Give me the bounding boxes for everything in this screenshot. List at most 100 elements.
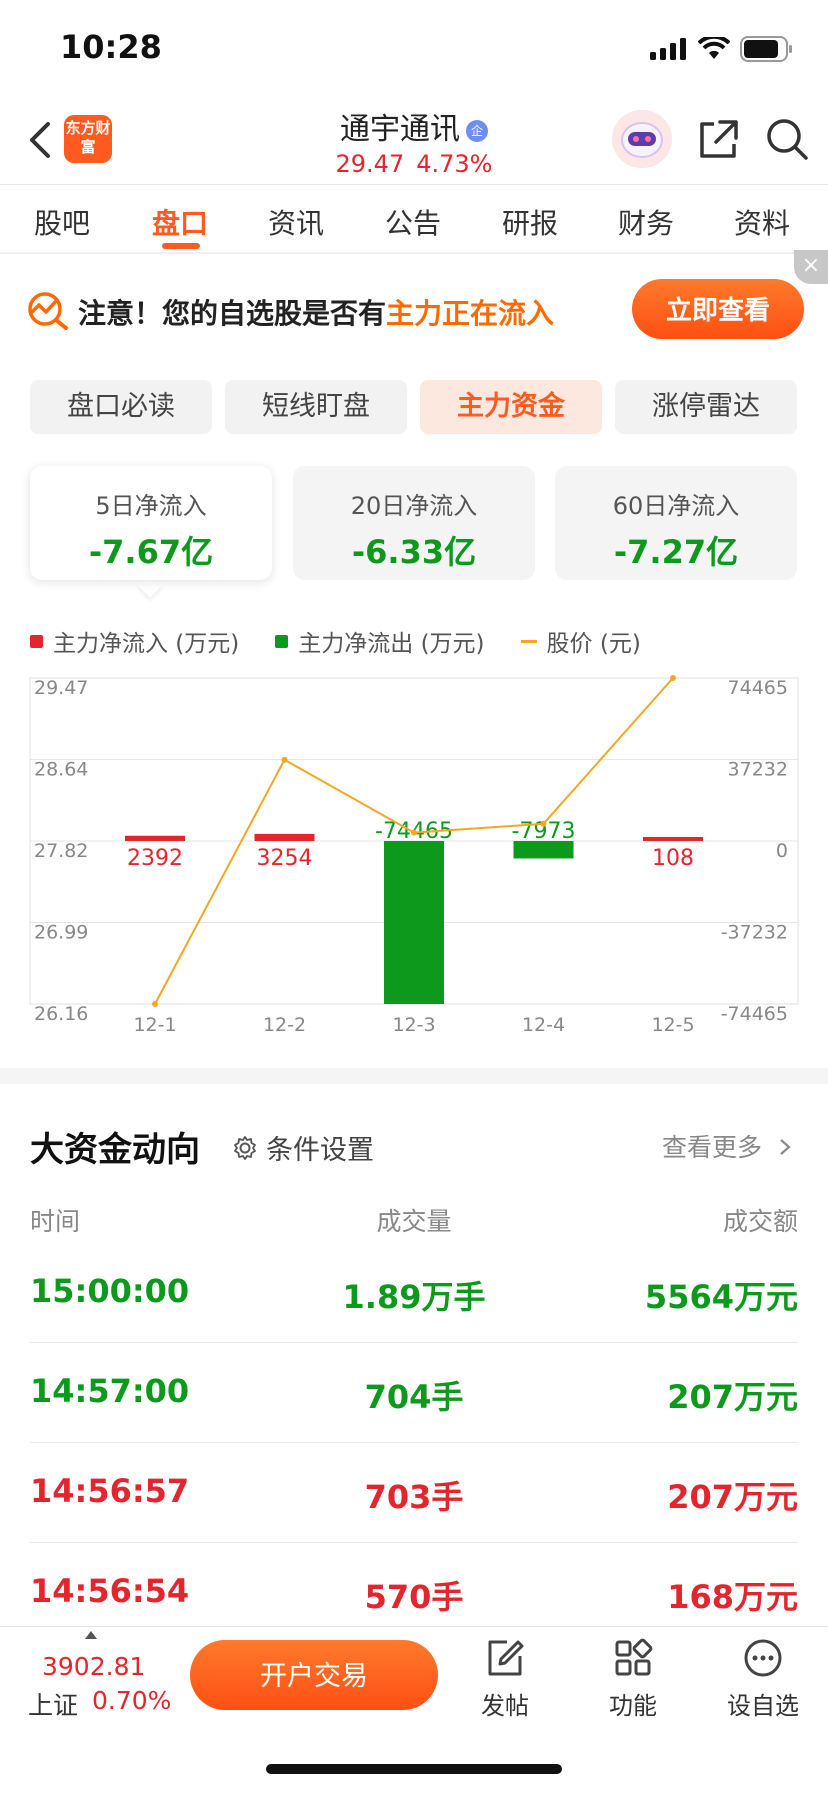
- legend-inflow: 主力净流入 (万元): [30, 624, 239, 658]
- tab-announcements[interactable]: 公告: [385, 202, 441, 242]
- legend-inflow-label: 主力净流入 (万元): [53, 631, 240, 657]
- active-tab-indicator: [162, 243, 200, 249]
- segment-pankou-essentials[interactable]: 盘口必读: [30, 380, 212, 434]
- x-axis-tick: 12-2: [263, 1014, 306, 1036]
- chart-legend: 主力净流入 (万元) 主力净流出 (万元) 股价 (元): [30, 624, 641, 658]
- tab-guba[interactable]: 股吧: [34, 202, 90, 242]
- open-account-trade-button[interactable]: 开户交易: [190, 1640, 438, 1710]
- left-axis-tick: 28.64: [34, 759, 88, 781]
- home-indicator: [266, 1764, 562, 1774]
- segment-main-funds[interactable]: 主力资金: [420, 380, 602, 434]
- status-icons: [650, 36, 794, 62]
- index-up-caret-icon: [85, 1631, 97, 1639]
- flow-card-60d[interactable]: 60日净流入 -7.27亿: [555, 466, 797, 580]
- stock-change-pct: 4.73%: [416, 150, 493, 178]
- add-watchlist-button[interactable]: 设自选: [708, 1638, 818, 1721]
- tab-research[interactable]: 研报: [502, 202, 558, 242]
- big-money-title: 大资金动向: [30, 1130, 200, 1170]
- bar-label: 3254: [257, 846, 313, 871]
- left-axis-tick: 26.16: [34, 1003, 88, 1025]
- right-axis-tick: -37232: [721, 922, 788, 944]
- chevron-right-icon: [780, 1139, 791, 1155]
- left-axis-tick: 26.99: [34, 922, 88, 944]
- price-point: [152, 1001, 158, 1007]
- notice-message: 注意！您的自选股是否有: [78, 297, 387, 330]
- left-axis-tick: 27.82: [34, 840, 88, 862]
- wifi-icon: [698, 37, 730, 59]
- right-axis-tick: -74465: [721, 1003, 788, 1025]
- index-value[interactable]: 3902.81: [42, 1652, 145, 1681]
- bar-label: 108: [652, 846, 694, 871]
- stock-price: 29.47: [335, 150, 405, 178]
- view-now-button[interactable]: 立即查看: [632, 279, 804, 339]
- flow-card-label: 20日净流入: [350, 492, 478, 520]
- tabs-divider: [0, 252, 828, 254]
- price-point: [281, 756, 288, 763]
- bar-label: 2392: [127, 846, 183, 871]
- signal-icon: [650, 38, 686, 60]
- status-time: 10:28: [60, 28, 162, 66]
- price-point: [411, 829, 417, 836]
- tab-finance[interactable]: 财务: [618, 202, 674, 242]
- price-point: [540, 820, 547, 827]
- index-change-pct[interactable]: 0.70%: [92, 1686, 171, 1715]
- flow-card-value: -7.67亿: [88, 533, 214, 571]
- stock-name-label: 通宇通讯: [340, 112, 460, 147]
- functions-label: 功能: [609, 1692, 657, 1720]
- flow-card-label: 60日净流入: [612, 492, 740, 520]
- index-name[interactable]: 上证: [28, 1686, 78, 1722]
- bar: [643, 837, 703, 841]
- section-divider: [0, 1068, 828, 1084]
- post-button[interactable]: 发帖: [450, 1638, 560, 1721]
- grid-icon: [615, 1638, 653, 1676]
- notice-text: 注意！您的自选股是否有主力正在流入: [78, 292, 554, 332]
- functions-button[interactable]: 功能: [578, 1638, 688, 1721]
- main-tabs: 股吧 盘口 资讯 公告 研报 财务 资料: [0, 186, 828, 252]
- notice-close-icon[interactable]: ×: [794, 250, 828, 284]
- bar: [384, 841, 444, 1004]
- notice-highlight: 主力正在流入: [386, 297, 555, 330]
- column-amount: 成交额: [722, 1207, 798, 1236]
- legend-outflow-label: 主力净流出 (万元): [298, 631, 485, 657]
- segment-limit-up-radar[interactable]: 涨停雷达: [615, 380, 797, 434]
- bar: [125, 835, 185, 841]
- ai-assistant-icon[interactable]: [612, 110, 672, 168]
- row-amount: 207万元: [667, 1478, 798, 1516]
- column-volume: 成交量: [376, 1207, 452, 1236]
- tab-profile[interactable]: 资料: [734, 202, 790, 242]
- row-amount: 5564万元: [644, 1278, 798, 1316]
- flow-card-5d[interactable]: 5日净流入 -7.67亿: [30, 466, 272, 580]
- view-more-label: 查看更多: [662, 1133, 763, 1162]
- segment-short-term-watch[interactable]: 短线盯盘: [225, 380, 407, 434]
- right-axis-tick: 74465: [728, 677, 788, 699]
- fund-flow-chart: 29.47 28.64 27.82 26.99 26.16 74465 37232 0 -372…: [29, 675, 799, 1036]
- x-axis-tick: 12-1: [133, 1014, 176, 1036]
- header-divider: [0, 184, 828, 185]
- add-watchlist-label: 设自选: [727, 1692, 799, 1720]
- x-axis-tick: 12-3: [392, 1014, 435, 1036]
- status-bar: 10:28: [0, 0, 828, 90]
- condition-settings-button[interactable]: 条件设置: [232, 1128, 374, 1167]
- flow-card-label: 5日净流入: [95, 492, 207, 520]
- tab-news[interactable]: 资讯: [268, 202, 324, 242]
- legend-price: 股价 (元): [520, 624, 641, 658]
- flow-card-20d[interactable]: 20日净流入 -6.33亿: [293, 466, 535, 580]
- condition-settings-label: 条件设置: [266, 1135, 374, 1166]
- flow-card-value: -6.33亿: [351, 533, 477, 571]
- view-more-link[interactable]: 查看更多: [662, 1128, 792, 1164]
- left-axis-tick: 29.47: [34, 677, 88, 699]
- post-label: 发帖: [481, 1692, 529, 1720]
- share-icon[interactable]: [698, 118, 740, 160]
- price-point: [670, 675, 676, 681]
- legend-price-label: 股价 (元): [546, 631, 641, 657]
- tab-pankou[interactable]: 盘口: [152, 202, 208, 242]
- search-icon[interactable]: [764, 116, 810, 162]
- table-row[interactable]: 15:00:00 1.89万手 5564万元: [30, 1242, 798, 1343]
- table-row[interactable]: 14:57:00 704手 207万元: [30, 1342, 798, 1443]
- row-amount: 207万元: [667, 1378, 798, 1416]
- right-axis-tick: 37232: [728, 759, 788, 781]
- battery-icon: [740, 36, 792, 62]
- more-dots-icon: [744, 1639, 782, 1677]
- bar: [254, 833, 315, 841]
- table-row[interactable]: 14:56:57 703手 207万元: [30, 1442, 798, 1543]
